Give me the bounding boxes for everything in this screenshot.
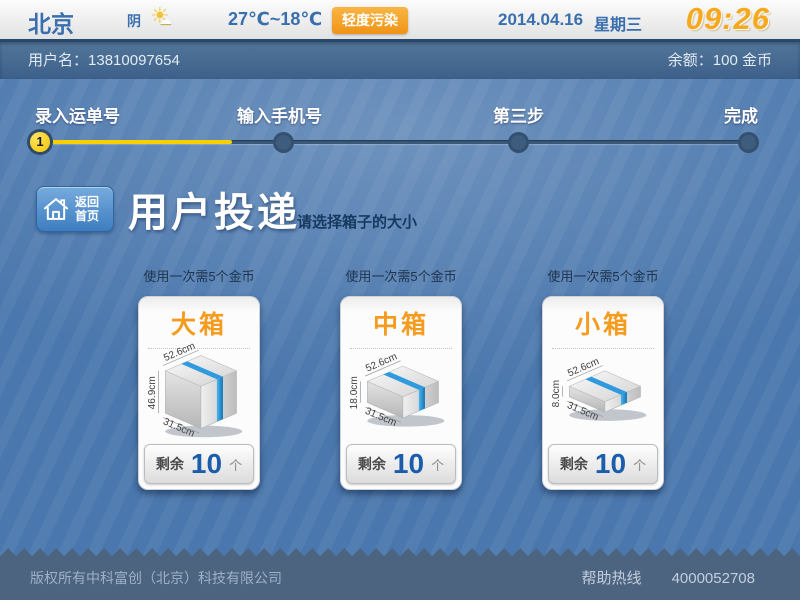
temperature-label: 27℃~18℃ [228,9,322,30]
remaining-count: 10 [595,450,626,478]
balance-label: 余额： [668,52,713,69]
copyright-text: 版权所有中科富创（北京）科技有限公司 [30,568,282,588]
step-dot-2 [276,135,291,150]
step-label-1: 录入运单号 [35,102,120,127]
hotline-label: 帮助热线 [582,570,642,587]
weekday-label: 星期三 [594,11,642,35]
step-label-3: 第三步 [493,102,544,127]
balance-field: 余额：100 金币 [668,42,772,79]
remaining-count: 10 [393,450,424,478]
remaining-unit: 个 [633,455,646,474]
remaining-stock-button[interactable]: 剩余 10 个 [144,444,254,484]
box-option-column-medium: 使用一次需5个金币 中箱 [340,266,462,490]
city-label: 北京 [28,5,74,39]
home-icon [42,195,70,223]
box-illustration-large: 52.6cm 46.9cm 31.5cm [143,342,255,442]
progress-steps: 录入运单号 输入手机号 第三步 完成 1 [0,96,800,160]
home-button[interactable]: 返回 首页 [36,186,114,232]
dim-height-label: 18.0cm [349,376,360,409]
box-option-column-small: 使用一次需5个金币 小箱 [542,266,664,490]
cost-note: 使用一次需5个金币 [340,266,462,285]
footer: 版权所有中科富创（北京）科技有限公司 帮助热线 4000052708 [0,556,800,600]
page-subtitle: 请选择箱子的大小 [297,211,417,232]
step-dot-3 [511,135,526,150]
cost-note: 使用一次需5个金币 [542,266,664,285]
remaining-stock-button[interactable]: 剩余 10 个 [548,444,658,484]
kiosk-screen: 北京 阴 ☀ ☁ 27℃~18℃ 轻度污染 2014.04.16 星期三 09:… [0,0,800,600]
progress-track-active [42,140,232,144]
step-dot-1-active: 1 [30,132,50,152]
remaining-count: 10 [191,450,222,478]
box-card-title: 中箱 [341,305,461,341]
date-label: 2014.04.16 [498,10,583,30]
username-field: 用户名：13810097654 [28,42,180,79]
step-dot-4 [741,135,756,150]
remaining-stock-button[interactable]: 剩余 10 个 [346,444,456,484]
box-illustration-small: 52.6cm 8.0cm 31.5cm [547,342,659,442]
dim-height-label: 46.9cm [147,376,158,409]
cost-note: 使用一次需5个金币 [138,266,260,285]
box-illustration-medium: 52.6cm 18.0cm 31.5cm [345,342,457,442]
weather-condition-label: 阴 [127,11,141,31]
box-card-large[interactable]: 大箱 [138,296,260,490]
remaining-label: 剩余 [156,454,184,474]
username-label: 用户名： [28,52,88,69]
clock: 09:26 [686,1,770,37]
top-status-bar: 北京 阴 ☀ ☁ 27℃~18℃ 轻度污染 2014.04.16 星期三 09:… [0,0,800,42]
dim-height-label: 8.0cm [551,380,562,407]
remaining-unit: 个 [229,455,242,474]
box-card-small[interactable]: 小箱 [542,296,664,490]
step-label-2: 输入手机号 [237,102,322,127]
username-value: 13810097654 [88,52,180,69]
remaining-unit: 个 [431,455,444,474]
box-card-title: 大箱 [139,305,259,341]
page-title: 用户投递 [128,180,300,238]
box-option-column-large: 使用一次需5个金币 大箱 [138,266,260,490]
sun-cloud-icon: ☀ ☁ [150,3,180,33]
balance-value: 100 金币 [713,52,772,69]
box-card-medium[interactable]: 中箱 [340,296,462,490]
remaining-label: 剩余 [358,454,386,474]
hotline: 帮助热线 4000052708 [582,567,755,588]
box-card-title: 小箱 [543,305,663,341]
hotline-number: 4000052708 [672,570,755,587]
air-quality-badge: 轻度污染 [332,7,408,34]
remaining-label: 剩余 [560,454,588,474]
step-label-4: 完成 [724,102,758,127]
home-button-label: 返回 首页 [75,195,99,223]
user-bar: 用户名：13810097654 余额：100 金币 [0,42,800,79]
